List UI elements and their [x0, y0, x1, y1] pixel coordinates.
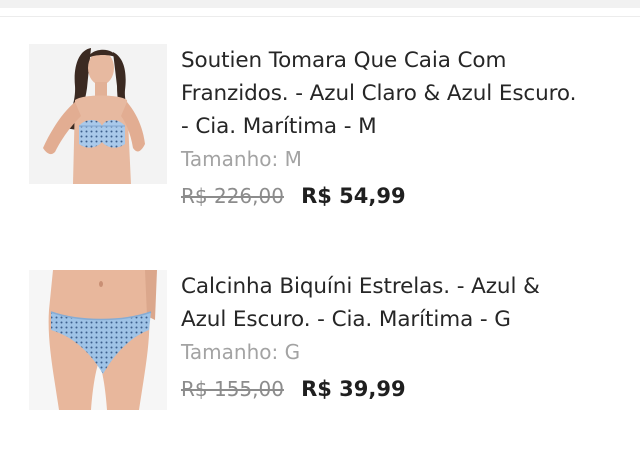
original-price: R$ 155,00: [181, 377, 284, 401]
size-label: Tamanho: M: [181, 147, 302, 171]
product-title[interactable]: Calcinha Biquíni Estrelas. - Azul & Azul…: [181, 270, 621, 336]
sale-price: R$ 54,99: [301, 184, 406, 208]
product-title[interactable]: Soutien Tomara Que Caia Com Franzidos. -…: [181, 44, 621, 143]
divider: [0, 16, 640, 17]
bikini-top-photo: [29, 44, 167, 184]
price-row: R$ 226,00 R$ 54,99: [181, 179, 621, 215]
size-label: Tamanho: G: [181, 340, 301, 364]
product-title-line: Azul Escuro. - Cia. Marítima - G: [181, 307, 511, 332]
product-title-line: Soutien Tomara Que Caia Com: [181, 48, 507, 73]
price-row: R$ 155,00 R$ 39,99: [181, 372, 621, 408]
product-info: Soutien Tomara Que Caia Com Franzidos. -…: [181, 44, 621, 215]
bikini-bottom-photo: [29, 270, 167, 410]
product-title-line: - Cia. Marítima - M: [181, 114, 377, 139]
product-title-line: Calcinha Biquíni Estrelas. - Azul &: [181, 274, 540, 299]
product-title-line: Franzidos. - Azul Claro & Azul Escuro.: [181, 81, 577, 106]
product-info: Calcinha Biquíni Estrelas. - Azul & Azul…: [181, 270, 621, 408]
product-image-bikini-top[interactable]: [29, 44, 167, 184]
sale-price: R$ 39,99: [301, 377, 406, 401]
top-bar: [0, 0, 640, 8]
product-image-bikini-bottom[interactable]: [29, 270, 167, 410]
original-price: R$ 226,00: [181, 184, 284, 208]
